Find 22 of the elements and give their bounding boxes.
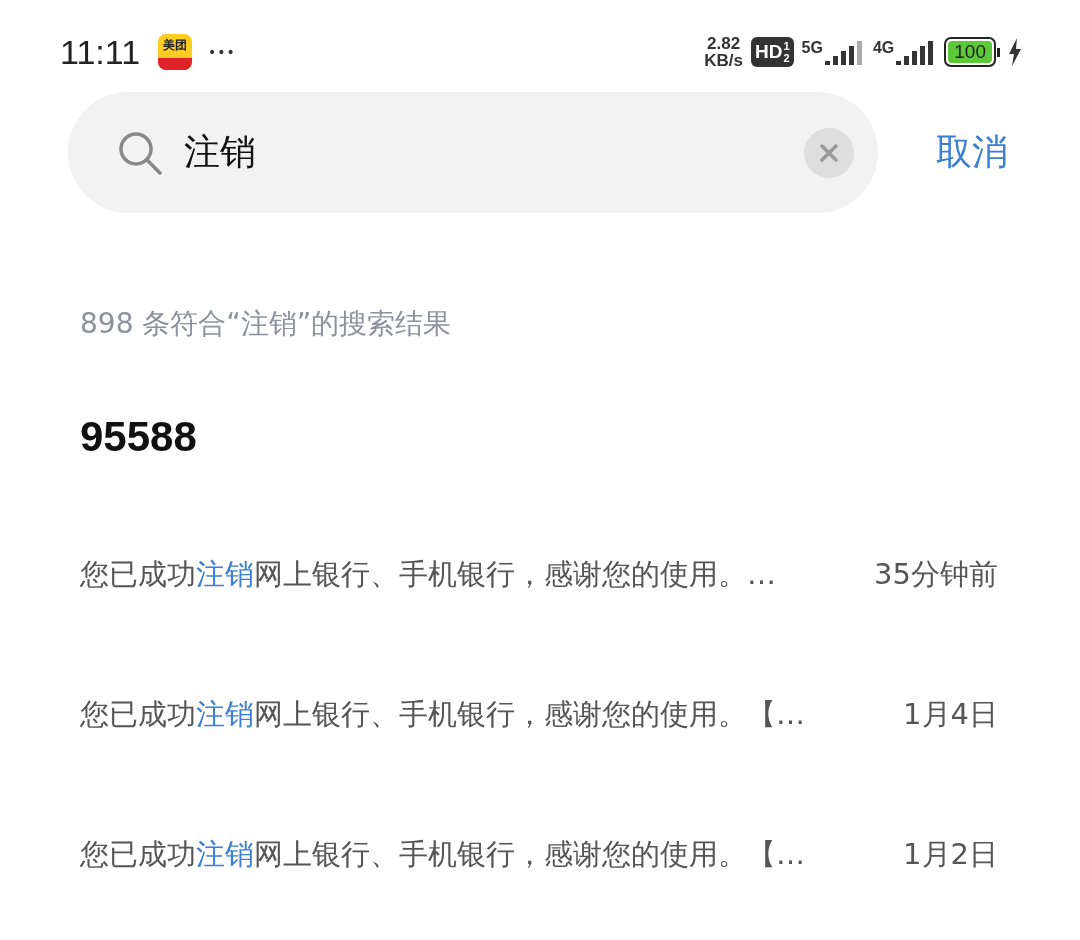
close-icon (820, 143, 838, 162)
signal-icon (824, 39, 865, 65)
result-count: 898 条符合“注销”的搜索结果 (80, 306, 453, 342)
network-label: 4G (872, 39, 895, 57)
charging-icon (1008, 38, 1022, 66)
network-speed: 2.82 KB/s (704, 35, 744, 69)
message-snippet[interactable]: 您已成功注销网上银行、手机银行，感谢您的使用。【… (80, 695, 805, 735)
search-icon (118, 130, 162, 175)
search-field[interactable]: 注销 (68, 92, 878, 213)
app-icon: 美团 (158, 34, 193, 70)
status-time: 11:11 (60, 32, 141, 72)
search-query: 注销 (184, 130, 257, 174)
clear-button[interactable] (804, 127, 854, 178)
message-snippet[interactable]: 您已成功注销网上银行、手机银行，感谢您的使用。【… (80, 835, 805, 875)
cancel-button[interactable]: 取消 (936, 128, 1008, 177)
message-time: 35分钟前 (874, 556, 998, 593)
message-snippet[interactable]: 您已成功注销网上银行、手机银行，感谢您的使用。… (80, 555, 776, 595)
network-label: 5G (801, 39, 823, 57)
more-notifications: ••• (208, 44, 236, 60)
message-time: 1月4日 (903, 696, 998, 733)
message-time: 1月2日 (903, 836, 998, 873)
sender-name: 95588 (80, 413, 198, 461)
